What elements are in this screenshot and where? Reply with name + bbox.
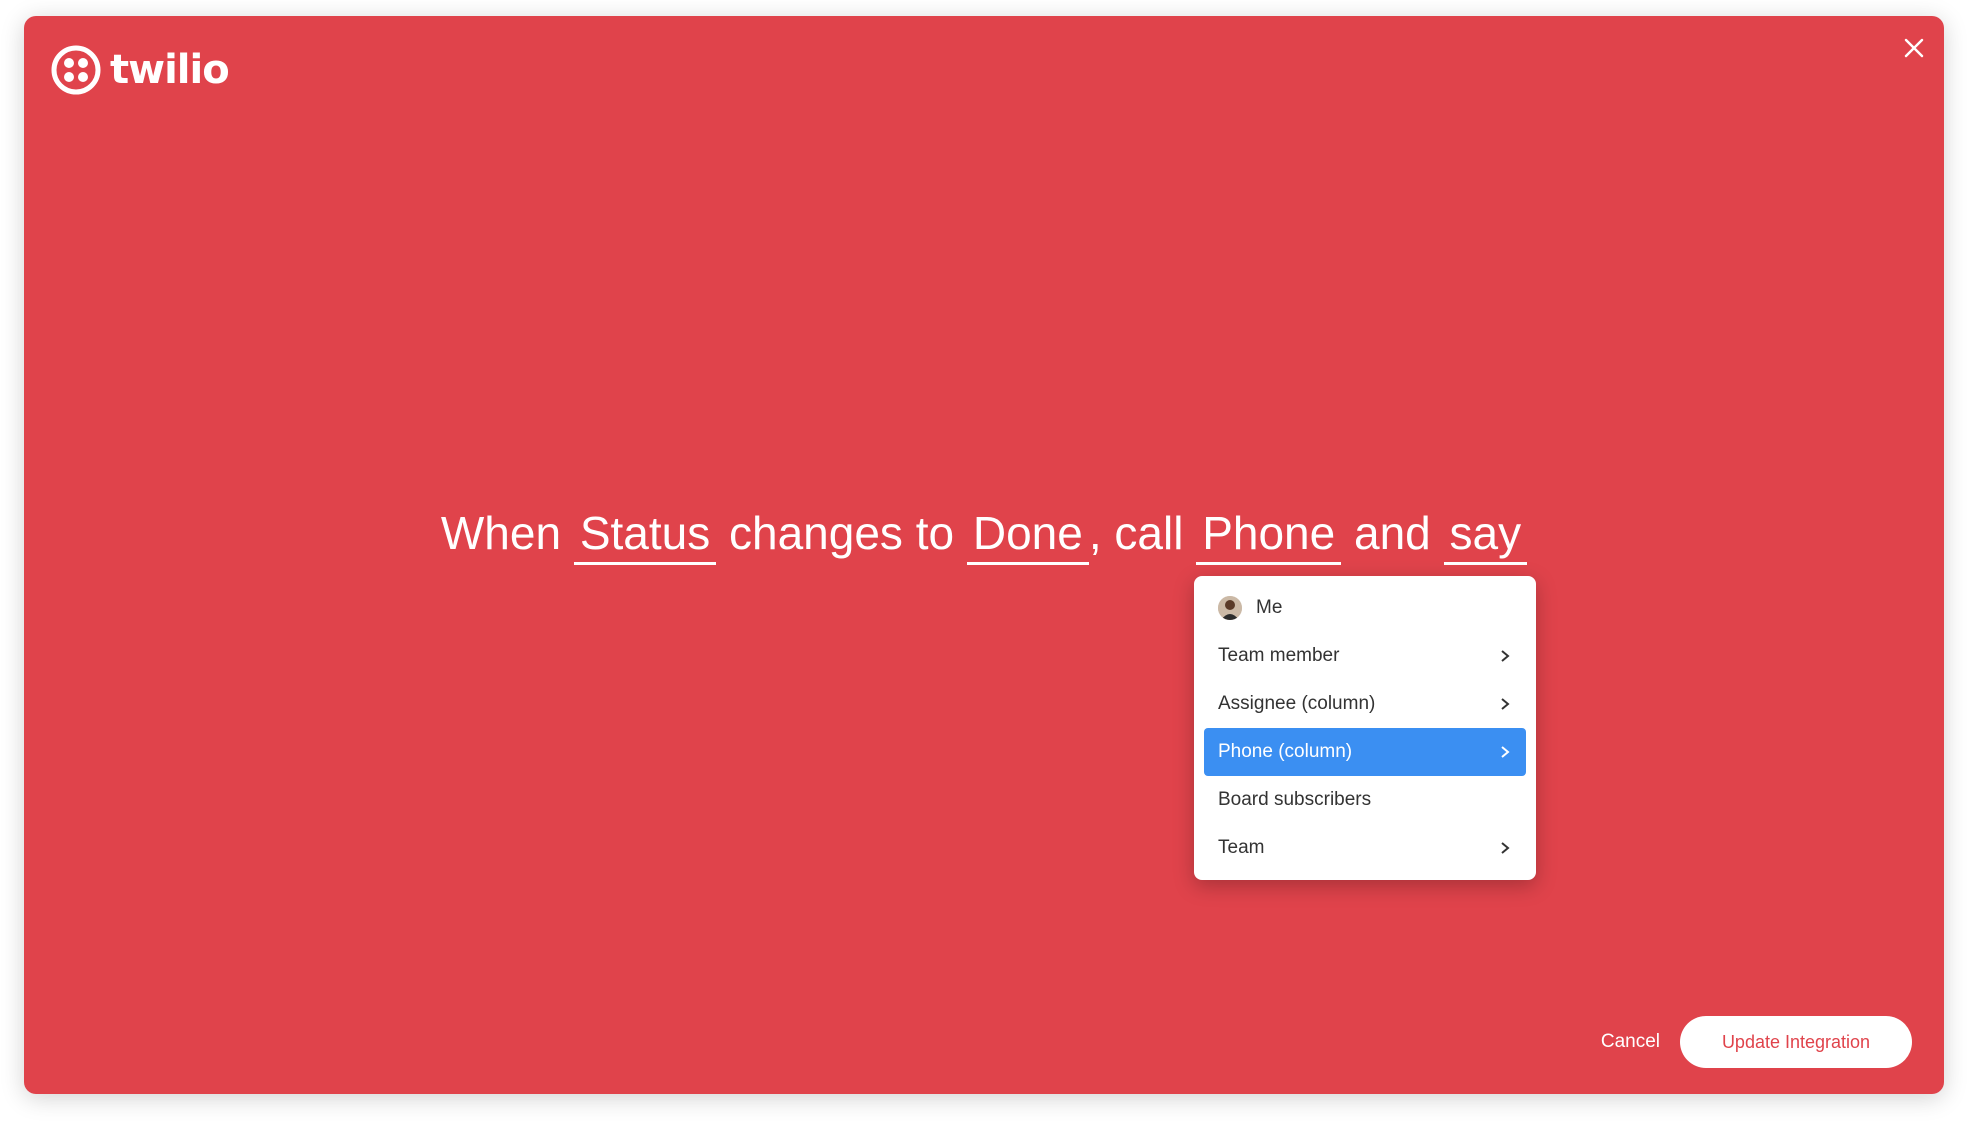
close-button[interactable]: [1896, 30, 1932, 66]
sentence-text-changes-to: changes to: [729, 507, 955, 559]
dropdown-item-board-subscribers[interactable]: Board subscribers: [1204, 776, 1526, 824]
modal-footer: Cancel Update Integration: [1601, 1016, 1912, 1068]
dropdown-item-assignee-column[interactable]: Assignee (column): [1204, 680, 1526, 728]
dropdown-item-team-member[interactable]: Team member: [1204, 632, 1526, 680]
dropdown-item-label: Team: [1218, 837, 1265, 858]
integration-modal: twilio When Status changes to Done, call…: [24, 16, 1944, 1094]
dropdown-item-label: Assignee (column): [1218, 693, 1376, 714]
sentence-text-call: , call: [1088, 507, 1184, 559]
dropdown-item-label: Board subscribers: [1218, 789, 1372, 810]
update-integration-button[interactable]: Update Integration: [1680, 1016, 1912, 1068]
call-target-slot[interactable]: Phone: [1196, 507, 1342, 565]
avatar: [1218, 596, 1242, 620]
close-icon: [1904, 38, 1924, 58]
twilio-logo-icon: [51, 45, 101, 95]
dropdown-item-label: Me: [1256, 597, 1283, 618]
twilio-logo: twilio: [50, 44, 230, 96]
status-value-slot[interactable]: Done: [966, 507, 1089, 565]
chevron-right-icon: [1501, 698, 1510, 710]
dropdown-item-phone-column[interactable]: Phone (column): [1204, 728, 1526, 776]
sentence-text-and: and: [1354, 507, 1431, 559]
twilio-logo-text: twilio: [110, 47, 230, 93]
status-column-slot[interactable]: Status: [573, 507, 717, 565]
dropdown-item-team[interactable]: Team: [1204, 824, 1526, 872]
recipe-sentence: When Status changes to Done, call Phone …: [24, 506, 1944, 565]
cancel-button[interactable]: Cancel: [1601, 1031, 1660, 1053]
chevron-right-icon: [1501, 842, 1510, 854]
sentence-text-when: When: [440, 507, 562, 559]
dropdown-item-label: Team member: [1218, 645, 1340, 666]
dropdown-item-me[interactable]: Me: [1204, 584, 1526, 632]
chevron-right-icon: [1501, 746, 1510, 758]
dropdown-item-label: Phone (column): [1218, 741, 1353, 762]
call-target-dropdown: Me Team member Assignee (column) Phone (…: [1194, 576, 1536, 880]
chevron-right-icon: [1501, 650, 1510, 662]
avatar-icon: [1218, 596, 1242, 620]
message-slot[interactable]: say: [1443, 507, 1528, 565]
